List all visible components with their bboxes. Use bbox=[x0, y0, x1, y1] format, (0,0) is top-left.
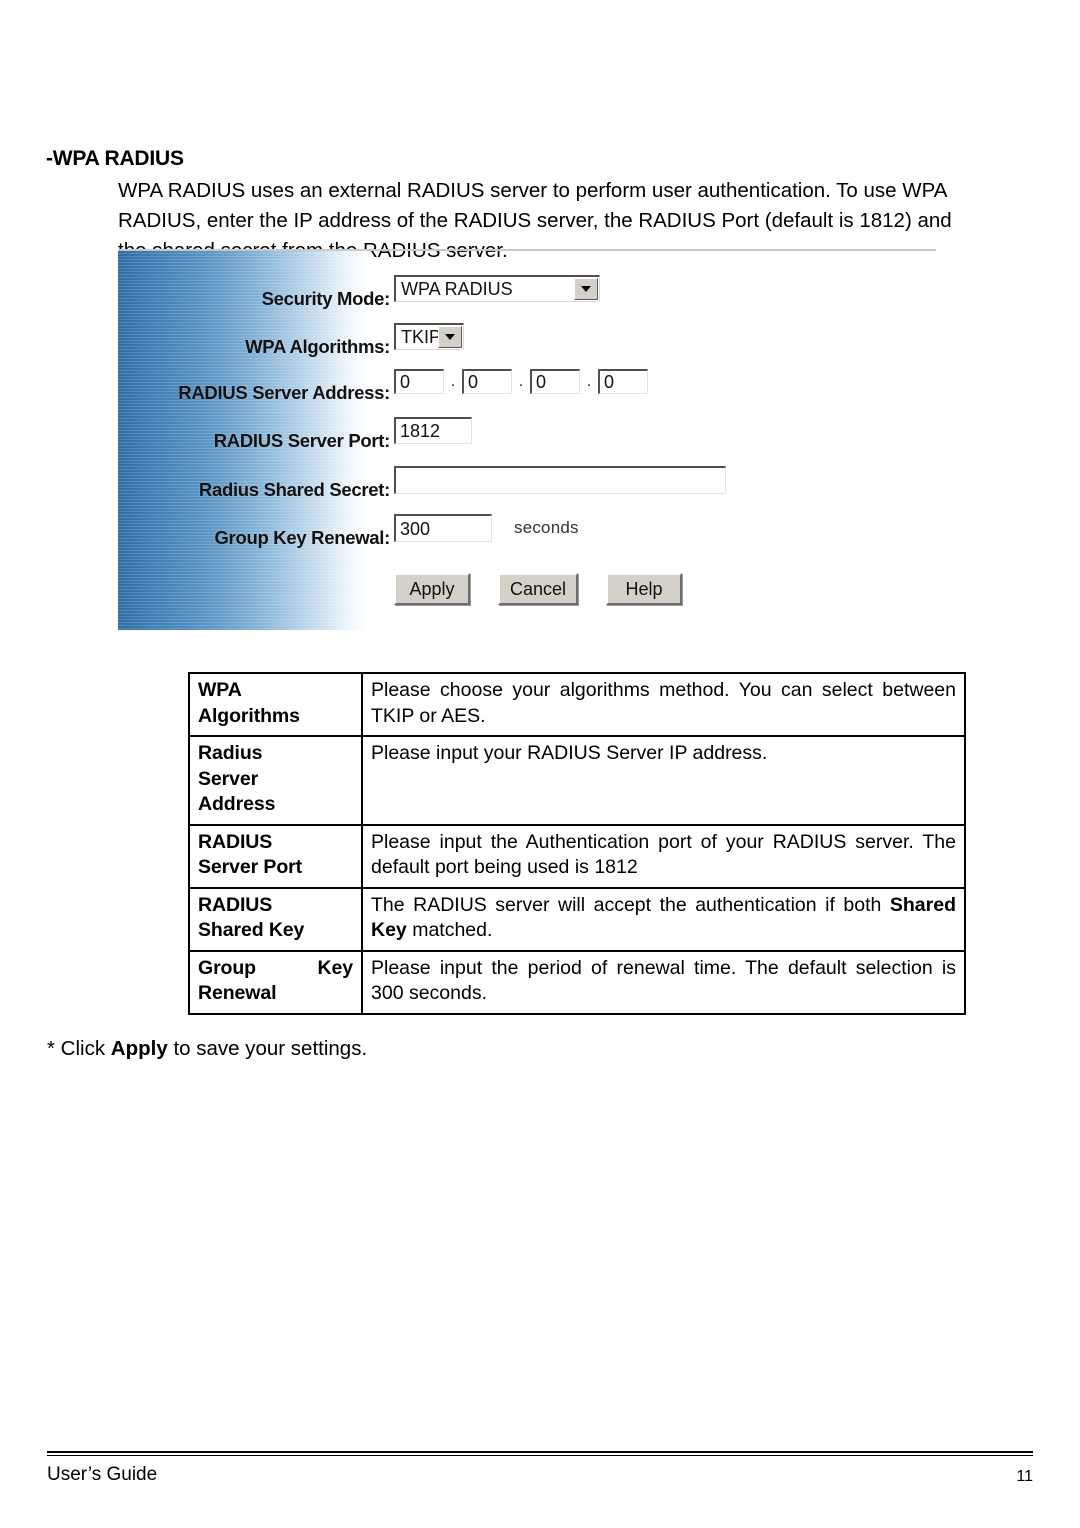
ip-separator-3: . bbox=[586, 373, 592, 390]
ip-octet-group: 0 . 0 . 0 . 0 bbox=[394, 369, 648, 394]
term-group-key-renewal: Group Key Renewal bbox=[188, 949, 363, 1015]
intro-line-2: RADIUS, enter the IP address of the RADI… bbox=[118, 209, 952, 232]
term-line-2: Shared Key bbox=[198, 919, 305, 941]
note-prefix: * Click bbox=[47, 1037, 111, 1060]
term-line-3: Address bbox=[198, 793, 276, 815]
table-row: Group Key Renewal Please input the perio… bbox=[188, 949, 966, 1015]
security-mode-value: WPA RADIUS bbox=[401, 278, 513, 299]
desc-line-1: Please input the Authentication port of … bbox=[371, 830, 914, 853]
table-row: Radius Server Address Please input your … bbox=[188, 735, 966, 826]
term-line-1b: Key bbox=[317, 956, 354, 979]
wpa-algorithms-label: WPA Algorithms: bbox=[245, 336, 390, 357]
note-bold-apply: Apply bbox=[110, 1037, 168, 1060]
desc-line-1: Please choose your algorithms method. Yo… bbox=[371, 679, 873, 701]
term-line-2: Server bbox=[198, 767, 259, 790]
desc-tail: matched. bbox=[406, 919, 493, 941]
term-radius-server-address: Radius Server Address bbox=[188, 735, 363, 826]
security-mode-label: Security Mode: bbox=[261, 288, 391, 309]
group-key-renewal-input[interactable]: 300 bbox=[394, 514, 492, 542]
term-line-1: RADIUS bbox=[198, 893, 273, 916]
row-radius-server-port: RADIUS Server Port: 1812 bbox=[118, 417, 638, 451]
desc-line-1: The RADIUS server will accept the authen… bbox=[371, 893, 882, 916]
term-line-2: Algorithms bbox=[198, 704, 300, 727]
radius-server-address-label: RADIUS Server Address: bbox=[178, 382, 390, 403]
button-spacer-2 bbox=[578, 573, 606, 605]
intro-line-1: WPA RADIUS uses an external RADIUS serve… bbox=[118, 179, 948, 202]
group-key-renewal-group: 300 seconds bbox=[394, 514, 579, 542]
ip-octet-4[interactable]: 0 bbox=[598, 369, 648, 394]
apply-note: * Click Apply to save your settings. bbox=[47, 1037, 367, 1061]
row-radius-shared-secret: Radius Shared Secret: bbox=[118, 466, 738, 500]
ip-octet-2[interactable]: 0 bbox=[462, 369, 512, 394]
radius-shared-secret-label: Radius Shared Secret: bbox=[198, 479, 390, 500]
term-line-1: Radius bbox=[198, 742, 263, 764]
desc-radius-server-address: Please input your RADIUS Server IP addre… bbox=[361, 735, 966, 826]
radius-server-port-input[interactable]: 1812 bbox=[394, 417, 472, 444]
desc-line-1: Please input your RADIUS Server IP addre… bbox=[371, 742, 768, 764]
security-mode-select[interactable]: WPA RADIUS bbox=[394, 275, 600, 302]
desc-radius-shared-key: The RADIUS server will accept the authen… bbox=[361, 886, 966, 952]
footer-document-title: User’s Guide bbox=[47, 1464, 158, 1485]
button-spacer-1 bbox=[470, 573, 498, 605]
radius-shared-secret-input[interactable] bbox=[394, 466, 726, 494]
desc-line-1: Please input the period of renewal time.… bbox=[371, 956, 933, 979]
wpa-algorithms-value: TKIP bbox=[401, 326, 442, 347]
page-title: -WPA RADIUS bbox=[46, 147, 184, 170]
ip-separator-2: . bbox=[518, 373, 524, 390]
settings-description-table: WPA Algorithms Please choose your algori… bbox=[188, 672, 966, 1015]
desc-wpa-algorithms: Please choose your algorithms method. Yo… bbox=[361, 672, 966, 737]
group-key-renewal-units: seconds bbox=[514, 518, 579, 537]
term-line-2: Server Port bbox=[198, 856, 303, 878]
radius-server-port-label: RADIUS Server Port: bbox=[213, 430, 391, 451]
term-line-1: Group bbox=[198, 956, 256, 979]
desc-radius-server-port: Please input the Authentication port of … bbox=[361, 823, 966, 889]
footer-page-number: 11 bbox=[1016, 1468, 1033, 1485]
term-line-2: Renewal bbox=[198, 982, 277, 1004]
footer-divider bbox=[47, 1451, 1033, 1456]
ip-octet-1[interactable]: 0 bbox=[394, 369, 444, 394]
apply-button[interactable]: Apply bbox=[394, 573, 470, 605]
group-key-renewal-label: Group Key Renewal: bbox=[214, 527, 390, 548]
term-wpa-algorithms: WPA Algorithms bbox=[188, 672, 363, 737]
desc-group-key-renewal: Please input the period of renewal time.… bbox=[361, 949, 966, 1015]
table-row: RADIUS Server Port Please input the Auth… bbox=[188, 823, 966, 889]
ip-octet-3[interactable]: 0 bbox=[530, 369, 580, 394]
term-radius-server-port: RADIUS Server Port bbox=[188, 823, 363, 889]
row-group-key-renewal: Group Key Renewal: 300 seconds bbox=[118, 514, 638, 548]
row-security-mode: Security Mode: WPA RADIUS bbox=[118, 275, 638, 309]
wpa-algorithms-select[interactable]: TKIP bbox=[394, 323, 464, 350]
desc-filler bbox=[371, 767, 956, 818]
chevron-down-icon[interactable] bbox=[574, 278, 598, 300]
table-row: RADIUS Shared Key The RADIUS server will… bbox=[188, 886, 966, 952]
table-row: WPA Algorithms Please choose your algori… bbox=[188, 672, 966, 737]
term-radius-shared-key: RADIUS Shared Key bbox=[188, 886, 363, 952]
router-settings-screenshot: Security Mode: WPA RADIUS WPA Algorithms… bbox=[118, 249, 936, 630]
chevron-down-icon[interactable] bbox=[438, 326, 462, 348]
term-line-1: WPA bbox=[198, 679, 242, 701]
row-radius-server-address: RADIUS Server Address: 0 . 0 . 0 . 0 bbox=[118, 369, 648, 403]
note-suffix: to save your settings. bbox=[167, 1037, 368, 1060]
ip-separator-1: . bbox=[450, 373, 456, 390]
help-button[interactable]: Help bbox=[606, 573, 683, 605]
cancel-button[interactable]: Cancel bbox=[498, 573, 579, 605]
row-wpa-algorithms: WPA Algorithms: TKIP bbox=[118, 323, 638, 357]
form-button-row: Apply Cancel Help bbox=[394, 573, 683, 605]
term-line-1: RADIUS bbox=[198, 830, 273, 853]
